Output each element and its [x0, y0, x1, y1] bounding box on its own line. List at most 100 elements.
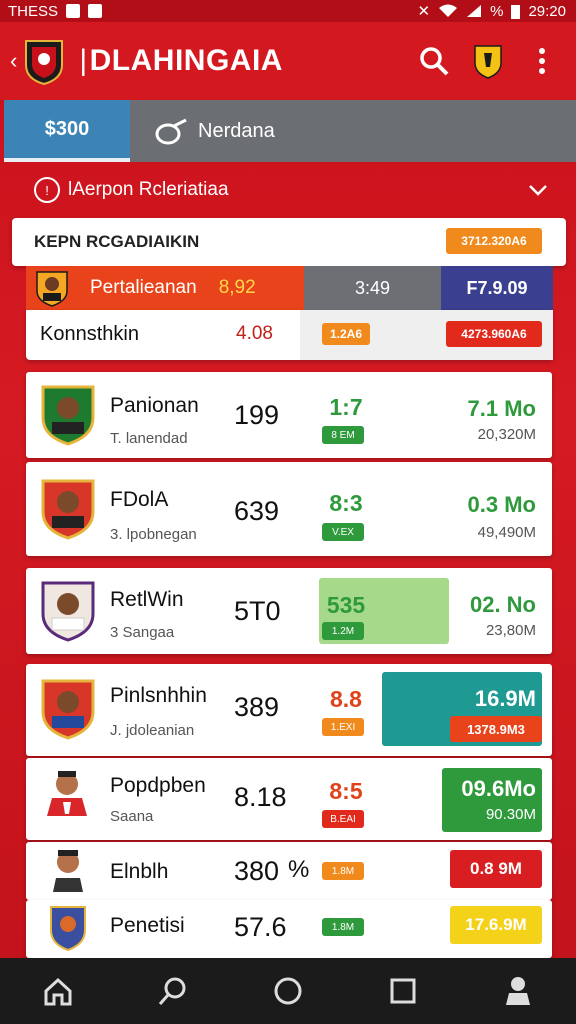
player-avatar [53, 850, 83, 892]
player-value: 0.8 9M [450, 850, 542, 888]
tab-second[interactable]: Nerdana [130, 100, 576, 162]
player-number: 389 [234, 692, 280, 722]
notification-icon-2 [88, 4, 103, 18]
player-avatar [41, 581, 95, 642]
player-avatar [41, 479, 95, 540]
featured-row[interactable]: Pertalieanan 8,92 3:49 F7.9.09 [26, 266, 553, 310]
shield-icon [474, 45, 502, 79]
whistle-icon [155, 118, 187, 145]
featured-mid: 3:49 [304, 266, 441, 310]
battery-icon [511, 4, 521, 19]
bottom-nav [0, 958, 576, 1024]
player-score: 8:3 [329, 490, 363, 516]
section-header[interactable]: ! lAerpon Rcleriatiaa [12, 166, 566, 214]
featured-name: Pertalieanan [90, 277, 197, 298]
subrow-value: 4.08 [236, 323, 273, 344]
app-title: DLAHINGAIA [79, 44, 400, 78]
player-number: 57.6 [234, 912, 287, 942]
club-crest-icon [25, 40, 64, 85]
status-time: 29:20 [528, 2, 566, 20]
player-number: 639 [234, 496, 280, 526]
notification-icon [66, 4, 81, 18]
player-row[interactable]: Elnblh 380 % 1.8M 0.8 9M [26, 842, 552, 900]
player-score-pill: V.EX [322, 523, 364, 541]
player-name: Penetisi [110, 914, 185, 937]
mute-icon: ✕ [417, 3, 431, 20]
player-value-sub: 1378.9M3 [450, 716, 542, 742]
back-icon[interactable]: ‹ [10, 48, 17, 74]
player-subtitle: J. jdoleanian [110, 722, 195, 739]
avatar [36, 271, 68, 307]
tab-second-label: Nerdana [198, 119, 275, 142]
featured-subrow[interactable]: Konnsthkin 4.08 1.2A6 4273.960A6 [26, 310, 553, 360]
square-icon [390, 978, 416, 1004]
player-name: Pinlsnhhin [110, 684, 207, 707]
player-value-sub: 20,320M [477, 426, 536, 443]
player-number: 199 [234, 400, 280, 430]
profile-icon [506, 977, 531, 1005]
player-name: Popdpben [110, 774, 206, 797]
status-carrier: THESS [8, 2, 59, 20]
player-number: 5T0 [234, 596, 281, 626]
header-pill[interactable]: 3712.320A6 [446, 228, 542, 254]
more-vert-icon [539, 48, 545, 74]
home-icon [44, 977, 72, 1006]
shield-button[interactable] [468, 41, 508, 81]
status-bar: THESS ✕ % 29:20 [0, 0, 576, 22]
player-name: Panionan [110, 394, 199, 417]
featured-right: F7.9.09 [441, 266, 553, 310]
leaderboard-title: KEPN RCGADIAIKIN [34, 232, 200, 251]
subrow-pill-right: 4273.960A6 [446, 321, 542, 347]
player-percent: % [288, 856, 310, 883]
player-value: 17.6.9M [450, 906, 542, 944]
player-row[interactable]: RetlWin 3 Sangaa 5T0 535 1.2M 02. No 23,… [26, 568, 552, 654]
search-button[interactable] [414, 41, 454, 81]
tab-balance[interactable]: $300 [4, 100, 130, 162]
player-name: Elnblh [110, 860, 169, 883]
player-value: 16.9M [474, 686, 536, 711]
player-value-sub: 23,80M [485, 622, 536, 639]
nav-profile[interactable] [498, 971, 538, 1011]
subrow-name: Konnsthkin [40, 323, 139, 345]
featured-main: Pertalieanan 8,92 [26, 266, 304, 310]
wifi-icon [439, 4, 458, 17]
player-subtitle: 3. lpobnegan [110, 526, 197, 543]
player-score-pill: 1.8M [322, 918, 364, 936]
player-score-pill: B.EAI [322, 810, 364, 828]
player-name: FDolA [110, 488, 169, 511]
player-row[interactable]: Panionan T. lanendad 199 1:7 8 EM 7.1 Mo… [26, 372, 552, 458]
player-row[interactable]: Pinlsnhhin J. jdoleanian 389 8.8 1.EXI 1… [26, 664, 552, 756]
player-score-pill: 1.2M [322, 622, 364, 640]
player-subtitle: T. lanendad [110, 430, 188, 447]
player-avatar [41, 385, 95, 446]
player-value: 7.1 Mo [467, 396, 536, 421]
more-options-button[interactable] [522, 41, 562, 81]
player-row[interactable]: Penetisi 57.6 1.8M 17.6.9M [26, 900, 552, 958]
featured-value: 8,92 [218, 277, 256, 298]
player-value: 09.6Mo [461, 776, 536, 801]
player-subtitle: 3 Sangaa [110, 624, 175, 641]
app-bar: ‹ DLAHINGAIA [0, 22, 576, 100]
chevron-down-icon [529, 185, 547, 196]
player-score-pill: 1.8M [322, 862, 364, 880]
player-row[interactable]: FDolA 3. lpobnegan 639 8:3 V.EX 0.3 Mo 4… [26, 462, 552, 556]
nav-search[interactable] [153, 971, 193, 1011]
player-row[interactable]: Popdpben Saana 8.18 8:5 B.EAI 09.6Mo 90.… [26, 758, 552, 840]
player-value: 02. No [469, 592, 536, 617]
player-subtitle: Saana [110, 808, 154, 825]
player-score-pill: 8 EM [322, 426, 364, 444]
info-icon: ! [34, 177, 60, 203]
battery-pct: % [490, 2, 504, 20]
player-avatar [47, 771, 87, 816]
player-number: 8.18 [234, 782, 287, 812]
search-icon [420, 47, 449, 76]
player-number: 380 [234, 856, 280, 886]
player-score: 8.8 [330, 686, 362, 712]
nav-recents[interactable] [383, 971, 423, 1011]
nav-home[interactable] [38, 971, 78, 1011]
player-avatar [41, 679, 95, 740]
nav-home-circle[interactable] [268, 971, 308, 1011]
player-value: 0.3 Mo [467, 492, 536, 517]
player-value-sub: 90.30M [485, 806, 536, 823]
tab-bar: $300 Nerdana [4, 100, 576, 162]
